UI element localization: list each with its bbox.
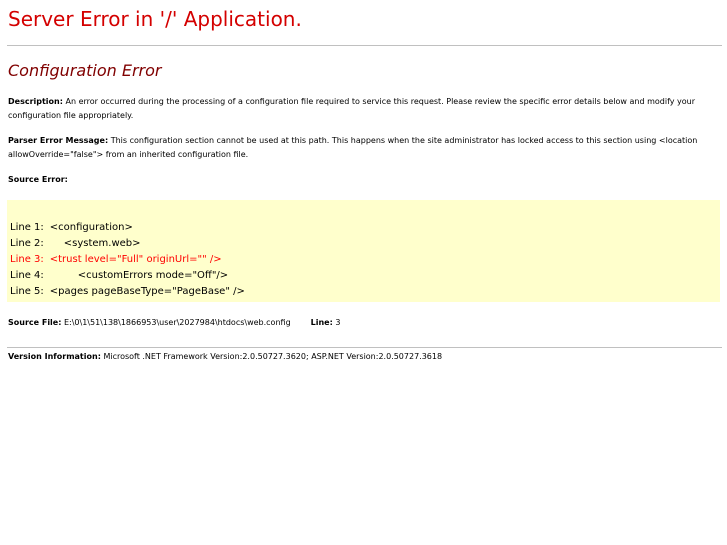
source-file-paragraph: Source File: E:\0\1\51\138\1866953\user\… [8,316,720,330]
source-line-number: Line 3: [10,254,44,265]
source-line-code: <customErrors mode="Off"/> [77,270,229,281]
source-error-heading: Source Error: [8,173,720,187]
source-code-box: Line 1: <configuration> Line 2: <system.web… [7,200,720,302]
source-error-label: Source Error: [8,175,68,184]
parser-error-text: This configuration section cannot be use… [8,136,698,159]
source-line-code: <configuration> [49,222,133,233]
version-paragraph: Version Information: Microsoft .NET Fram… [8,350,720,364]
source-file-label: Source File: [8,318,62,327]
source-line-number: Line 1: [10,222,44,233]
source-line-label: Line: [310,318,333,327]
description-paragraph: Description: An error occurred during th… [8,95,720,123]
source-line-code: <pages pageBaseType="PageBase" /> [49,286,245,297]
bottom-divider [7,347,722,348]
source-line-number: Line 5: [10,286,44,297]
source-line-number: Line 4: [10,270,44,281]
source-line-code: <trust level="Full" originUrl="" /> [49,254,222,265]
version-label: Version Information: [8,352,101,361]
source-code-lines: Line 1: <configuration> Line 2: <system.web… [10,220,245,300]
source-line-2: Line 2: <system.web> [10,236,245,252]
source-file-path: E:\0\1\51\138\1866953\user\2027984\htdoc… [63,318,291,327]
source-line-3: Line 3: <trust level="Full" originUrl="" … [10,252,245,268]
source-line-number: Line 2: [10,238,44,249]
source-line-code: <system.web> [63,238,141,249]
page-title: Server Error in '/' Application. [8,7,302,31]
source-line-value: 3 [335,318,341,327]
top-divider [7,45,722,46]
section-title: Configuration Error [8,61,162,80]
source-line-1: Line 1: <configuration> [10,220,245,236]
parser-error-paragraph: Parser Error Message: This configuration… [8,134,720,162]
parser-error-label: Parser Error Message: [8,136,109,145]
source-line-4: Line 4: <customErrors mode="Off"/> [10,268,245,284]
source-line-5: Line 5: <pages pageBaseType="PageBase" /> [10,284,245,300]
version-text: Microsoft .NET Framework Version:2.0.507… [103,352,443,361]
description-label: Description: [8,97,63,106]
description-text: An error occurred during the processing … [8,97,696,120]
